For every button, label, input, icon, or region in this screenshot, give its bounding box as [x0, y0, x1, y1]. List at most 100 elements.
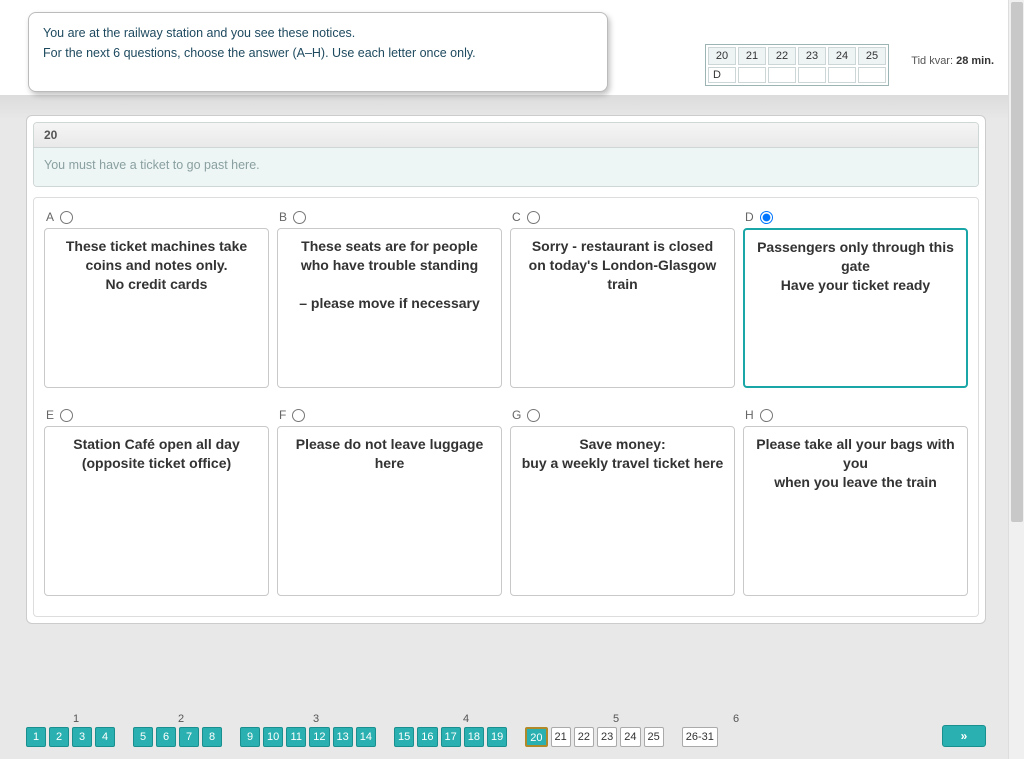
nav-question-13[interactable]: 13 — [333, 727, 353, 747]
nav-question-6[interactable]: 6 — [156, 727, 176, 747]
option-radio-D[interactable] — [760, 211, 773, 224]
nav-question-12[interactable]: 12 — [309, 727, 329, 747]
option-letter: D — [745, 210, 754, 224]
option-card[interactable]: Sorry - restaurant is closedon today's L… — [510, 228, 735, 388]
option-card[interactable]: Passengers only through this gateHave yo… — [743, 228, 968, 388]
nav-question-25[interactable]: 25 — [644, 727, 664, 747]
nav-group-label: 6 — [696, 713, 776, 725]
option-letter: E — [46, 408, 54, 422]
instructions-line2: For the next 6 questions, choose the ans… — [43, 43, 593, 63]
status-a — [738, 67, 766, 83]
nav-group: 26-31 — [682, 727, 718, 747]
nav-question-18[interactable]: 18 — [464, 727, 484, 747]
instructions-panel: You are at the railway station and you s… — [28, 12, 608, 92]
bottom-nav: 123456 123456789101112131415161718192021… — [26, 713, 986, 747]
nav-group: 1516171819 — [394, 727, 507, 747]
option-A: A These ticket machines take coins and no… — [44, 210, 269, 388]
status-q[interactable]: 25 — [858, 47, 886, 65]
nav-question-16[interactable]: 16 — [417, 727, 437, 747]
nav-question-10[interactable]: 10 — [263, 727, 283, 747]
status-a — [858, 67, 886, 83]
option-card[interactable]: These ticket machines take coins and not… — [44, 228, 269, 388]
option-radio-G[interactable] — [527, 409, 540, 422]
nav-question-20[interactable]: 20 — [525, 727, 547, 747]
nav-group-label: 1 — [26, 713, 126, 725]
option-label-row: F — [277, 408, 502, 422]
status-q[interactable]: 21 — [738, 47, 766, 65]
status-qrow: 20 21 22 23 24 25 — [708, 47, 886, 65]
nav-question-15[interactable]: 15 — [394, 727, 414, 747]
next-button[interactable]: » — [942, 725, 986, 747]
option-card[interactable]: These seats are for people who have trou… — [277, 228, 502, 388]
nav-question-1[interactable]: 1 — [26, 727, 46, 747]
timer-value: 28 min. — [956, 55, 994, 67]
option-radio-A[interactable] — [60, 211, 73, 224]
nav-question-14[interactable]: 14 — [356, 727, 376, 747]
nav-group-label: 4 — [396, 713, 536, 725]
nav-question-8[interactable]: 8 — [202, 727, 222, 747]
option-letter: F — [279, 408, 286, 422]
status-q[interactable]: 20 — [708, 47, 736, 65]
nav-question-19[interactable]: 19 — [487, 727, 507, 747]
nav-group: 1234 — [26, 727, 115, 747]
option-D: D Passengers only through this gateHave y… — [743, 210, 968, 388]
scrollbar[interactable] — [1008, 0, 1024, 759]
status-a — [768, 67, 796, 83]
status-a — [828, 67, 856, 83]
option-card[interactable]: Please do not leave luggage here — [277, 426, 502, 596]
option-letter: H — [745, 408, 754, 422]
option-letter: C — [512, 210, 521, 224]
options-grid: A These ticket machines take coins and no… — [44, 210, 968, 596]
nav-group-labels: 123456 — [26, 713, 986, 725]
option-letter: A — [46, 210, 54, 224]
nav-question-4[interactable]: 4 — [95, 727, 115, 747]
nav-group-label: 5 — [536, 713, 696, 725]
nav-question-7[interactable]: 7 — [179, 727, 199, 747]
option-label-row: E — [44, 408, 269, 422]
nav-group-label: 2 — [126, 713, 236, 725]
status-a: D — [708, 67, 736, 83]
question-number: 20 — [34, 123, 978, 148]
option-label-row: C — [510, 210, 735, 224]
option-label-row: H — [743, 408, 968, 422]
option-card[interactable]: Station Café open all day(opposite ticke… — [44, 426, 269, 596]
option-card[interactable]: Save money:buy a weekly travel ticket he… — [510, 426, 735, 596]
option-card[interactable]: Please take all your bags with youwhen y… — [743, 426, 968, 596]
nav-question-26-31[interactable]: 26-31 — [682, 727, 718, 747]
nav-question-9[interactable]: 9 — [240, 727, 260, 747]
nav-question-22[interactable]: 22 — [574, 727, 594, 747]
option-label-row: A — [44, 210, 269, 224]
nav-question-5[interactable]: 5 — [133, 727, 153, 747]
nav-question-21[interactable]: 21 — [551, 727, 571, 747]
option-B: B These seats are for people who have tro… — [277, 210, 502, 388]
nav-question-2[interactable]: 2 — [49, 727, 69, 747]
status-q[interactable]: 24 — [828, 47, 856, 65]
nav-row: 1234567891011121314151617181920212223242… — [26, 727, 986, 747]
option-radio-F[interactable] — [292, 409, 305, 422]
option-radio-H[interactable] — [760, 409, 773, 422]
option-label-row: B — [277, 210, 502, 224]
option-radio-C[interactable] — [527, 211, 540, 224]
nav-question-23[interactable]: 23 — [597, 727, 617, 747]
nav-question-17[interactable]: 17 — [441, 727, 461, 747]
question-header: 20 You must have a ticket to go past her… — [33, 122, 979, 187]
nav-question-24[interactable]: 24 — [620, 727, 640, 747]
option-E: E Station Café open all day(opposite tick… — [44, 408, 269, 596]
options-container: A These ticket machines take coins and no… — [33, 197, 979, 617]
nav-question-3[interactable]: 3 — [72, 727, 92, 747]
nav-question-11[interactable]: 11 — [286, 727, 306, 747]
option-letter: B — [279, 210, 287, 224]
instructions-line1: You are at the railway station and you s… — [43, 23, 593, 43]
option-radio-E[interactable] — [60, 409, 73, 422]
option-radio-B[interactable] — [293, 211, 306, 224]
status-a — [798, 67, 826, 83]
timer-label: Tid kvar: — [911, 55, 953, 67]
option-F: F Please do not leave luggage here — [277, 408, 502, 596]
status-q[interactable]: 22 — [768, 47, 796, 65]
timer: Tid kvar: 28 min. — [911, 55, 994, 67]
nav-group: 202122232425 — [525, 727, 664, 747]
scrollbar-thumb[interactable] — [1011, 2, 1023, 522]
option-letter: G — [512, 408, 521, 422]
nav-group-label: 3 — [236, 713, 396, 725]
status-q[interactable]: 23 — [798, 47, 826, 65]
